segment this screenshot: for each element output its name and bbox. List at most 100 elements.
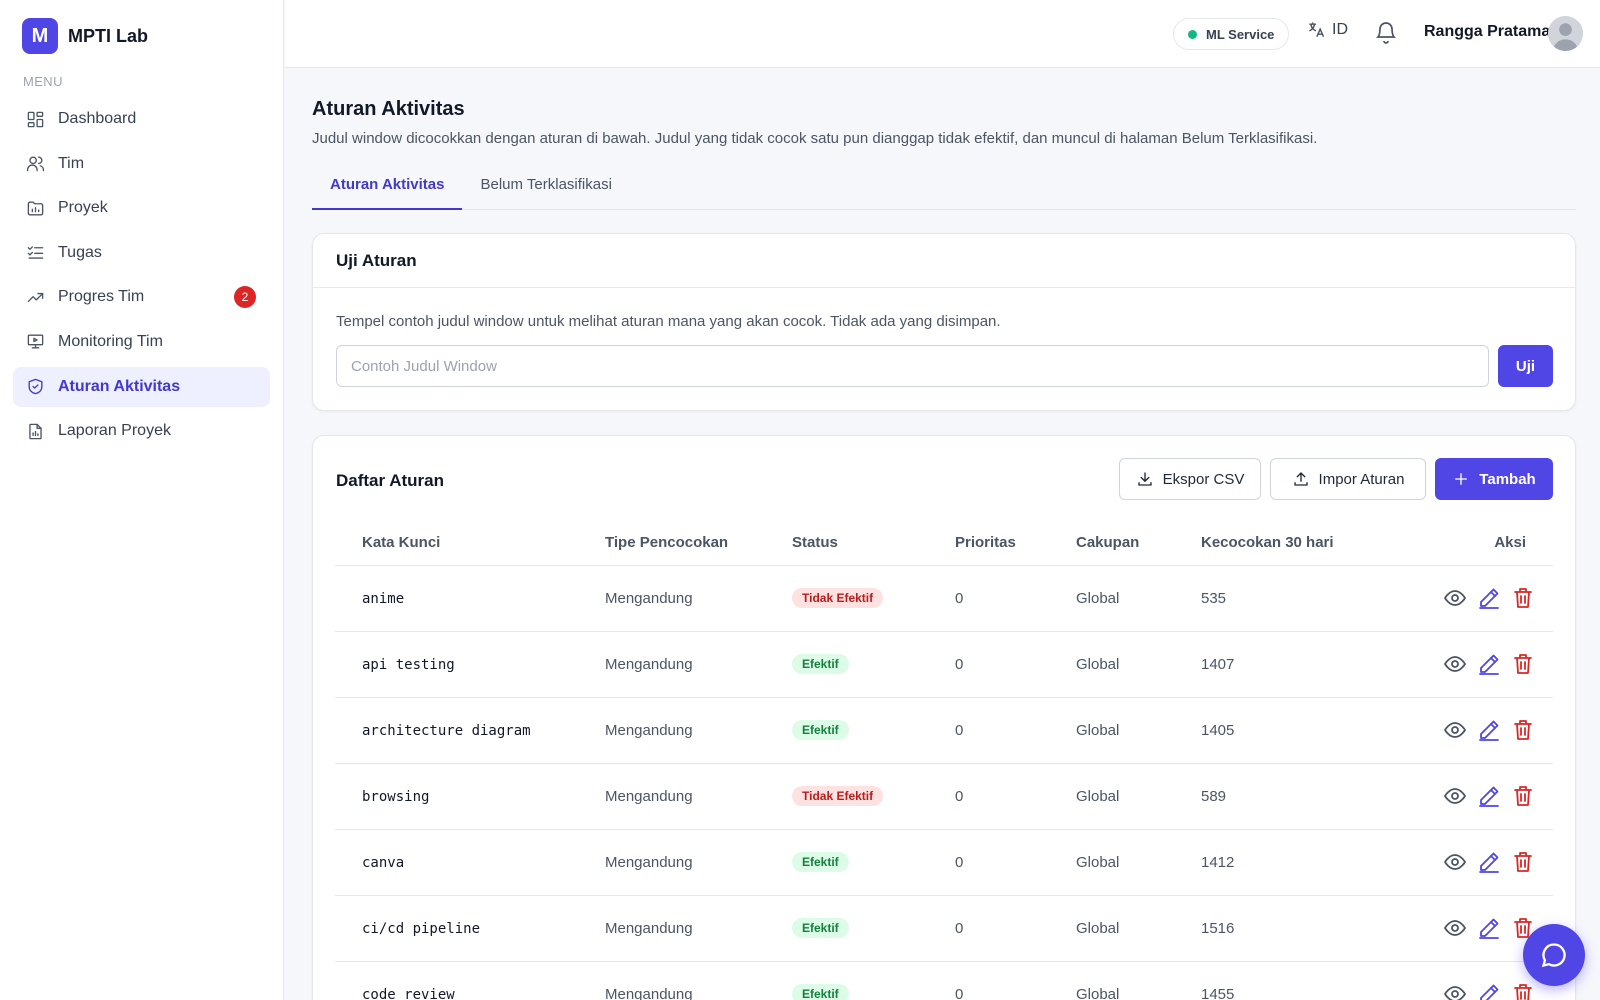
- column-header-matches[interactable]: Kecocokan 30 hari: [1201, 521, 1381, 566]
- delete-rule-button[interactable]: [1511, 652, 1535, 676]
- view-rule-button[interactable]: [1443, 718, 1467, 742]
- priority-cell: 0: [955, 565, 1076, 632]
- edit-rule-button[interactable]: [1477, 850, 1501, 874]
- sidebar-item-label: Laporan Proyek: [58, 422, 171, 440]
- user-avatar-icon: [1548, 16, 1583, 51]
- view-rule-button[interactable]: [1443, 850, 1467, 874]
- scope-cell: Global: [1076, 829, 1201, 896]
- plus-icon: [1455, 473, 1468, 485]
- edit-rule-button[interactable]: [1477, 916, 1501, 940]
- keyword-cell: ci/cd pipeline: [335, 895, 605, 962]
- sidebar-item-laporan-proyek[interactable]: Laporan Proyek: [13, 411, 270, 451]
- rules-table-body: anime Mengandung Tidak Efektif 0 Global 535 ap…: [335, 565, 1553, 1000]
- view-rule-button[interactable]: [1443, 916, 1467, 940]
- delete-rule-button[interactable]: [1511, 718, 1535, 742]
- edit-rule-button[interactable]: [1477, 784, 1501, 808]
- table-row: canva Mengandung Efektif 0 Global 1412: [335, 829, 1553, 896]
- sidebar-item-tim[interactable]: Tim: [13, 144, 270, 184]
- language-label: ID: [1332, 21, 1348, 38]
- file-chart-icon: [29, 423, 42, 439]
- actions-cell: [1381, 631, 1553, 698]
- eye-icon: [1444, 920, 1466, 936]
- priority-cell: 0: [955, 829, 1076, 896]
- trash-icon: [1514, 984, 1532, 1000]
- status-cell: Tidak Efektif: [792, 565, 955, 632]
- eye-icon: [1444, 788, 1466, 804]
- ml-service-status[interactable]: ML Service: [1173, 18, 1290, 50]
- scope-cell: Global: [1076, 895, 1201, 962]
- sidebar-item-label: Dashboard: [58, 110, 137, 127]
- column-header-scope[interactable]: Cakupan: [1076, 521, 1201, 566]
- export-csv-button[interactable]: Ekspor CSV: [1119, 458, 1261, 500]
- chat-button[interactable]: [1523, 924, 1585, 986]
- sidebar-item-monitoring-tim[interactable]: Monitoring Tim: [13, 322, 270, 362]
- edit-rule-button[interactable]: [1477, 718, 1501, 742]
- match-type-cell: Mengandung: [605, 895, 792, 962]
- notifications-button[interactable]: [1374, 20, 1400, 46]
- status-badge: Efektif: [792, 852, 849, 872]
- checklist-icon: [27, 246, 44, 259]
- user-name[interactable]: Rangga Pratama: [1424, 23, 1550, 41]
- column-header-priority[interactable]: Prioritas: [955, 521, 1076, 566]
- rule-keyword: code review: [362, 986, 455, 1000]
- delete-rule-button[interactable]: [1511, 784, 1535, 808]
- language-switcher[interactable]: ID: [1306, 20, 1348, 40]
- add-rule-label: Tambah: [1479, 470, 1536, 488]
- tab-aturan-aktivitas[interactable]: Aturan Aktivitas: [312, 170, 463, 210]
- tab-belum-terklasifikasi[interactable]: Belum Terklasifikasi: [462, 170, 629, 210]
- delete-rule-button[interactable]: [1511, 586, 1535, 610]
- topbar: ML Service ID Rangga Pratama: [285, 0, 1600, 68]
- notification-badge: 2: [234, 286, 256, 309]
- edit-rule-button[interactable]: [1477, 982, 1501, 1000]
- sidebar-item-progres-tim[interactable]: Progres Tim 2: [13, 277, 270, 317]
- status-badge: Efektif: [792, 918, 849, 938]
- delete-rule-button[interactable]: [1511, 982, 1535, 1000]
- rules-table: Kata Kunci Tipe Pencocokan Status Priori…: [335, 521, 1553, 1000]
- column-header-match-type[interactable]: Tipe Pencocokan: [605, 521, 792, 566]
- view-rule-button[interactable]: [1443, 586, 1467, 610]
- sidebar-item-label: Tim: [58, 154, 85, 172]
- status-cell: Efektif: [792, 895, 955, 962]
- eye-icon: [1444, 722, 1466, 738]
- pencil-icon: [1479, 588, 1499, 609]
- matches-cell: 589: [1201, 763, 1381, 830]
- status-badge: Efektif: [792, 720, 849, 740]
- translate-icon: [1309, 22, 1325, 37]
- status-cell: Efektif: [792, 697, 955, 764]
- delete-rule-button[interactable]: [1511, 850, 1535, 874]
- download-icon: [1137, 472, 1152, 486]
- scope-cell: Global: [1076, 763, 1201, 830]
- status-cell: Efektif: [792, 961, 955, 1000]
- keyword-cell: api testing: [335, 631, 605, 698]
- scope-cell: Global: [1076, 565, 1201, 632]
- pencil-icon: [1479, 654, 1499, 675]
- brand-logo: M: [22, 18, 58, 54]
- match-type-cell: Mengandung: [605, 829, 792, 896]
- edit-rule-button[interactable]: [1477, 586, 1501, 610]
- avatar[interactable]: [1548, 16, 1583, 51]
- rules-list-card: Daftar Aturan Ekspor CSV Impor Aturan Ta…: [312, 435, 1576, 1000]
- edit-rule-button[interactable]: [1477, 652, 1501, 676]
- match-type-cell: Mengandung: [605, 565, 792, 632]
- sidebar-item-tugas[interactable]: Tugas: [13, 233, 270, 273]
- column-header-status[interactable]: Status: [792, 521, 955, 566]
- status-badge: Efektif: [792, 654, 849, 674]
- test-button[interactable]: Uji: [1498, 345, 1553, 387]
- matches-cell: 1405: [1201, 697, 1381, 764]
- view-rule-button[interactable]: [1443, 982, 1467, 1000]
- keyword-cell: browsing: [335, 763, 605, 830]
- sidebar-item-dashboard[interactable]: Dashboard: [13, 99, 270, 139]
- import-rules-button[interactable]: Impor Aturan: [1270, 458, 1426, 500]
- match-type-cell: Mengandung: [605, 697, 792, 764]
- brand[interactable]: M MPTI Lab: [0, 0, 283, 72]
- column-header-keyword[interactable]: Kata Kunci: [335, 521, 605, 566]
- view-rule-button[interactable]: [1443, 784, 1467, 808]
- add-rule-button[interactable]: Tambah: [1435, 458, 1553, 500]
- view-rule-button[interactable]: [1443, 652, 1467, 676]
- window-title-input[interactable]: [336, 345, 1489, 387]
- sidebar-item-label: Proyek: [58, 199, 108, 217]
- sidebar-item-aturan-aktivitas[interactable]: Aturan Aktivitas: [13, 366, 270, 407]
- export-csv-label: Ekspor CSV: [1162, 470, 1245, 488]
- priority-cell: 0: [955, 697, 1076, 764]
- sidebar-item-proyek[interactable]: Proyek: [13, 188, 270, 228]
